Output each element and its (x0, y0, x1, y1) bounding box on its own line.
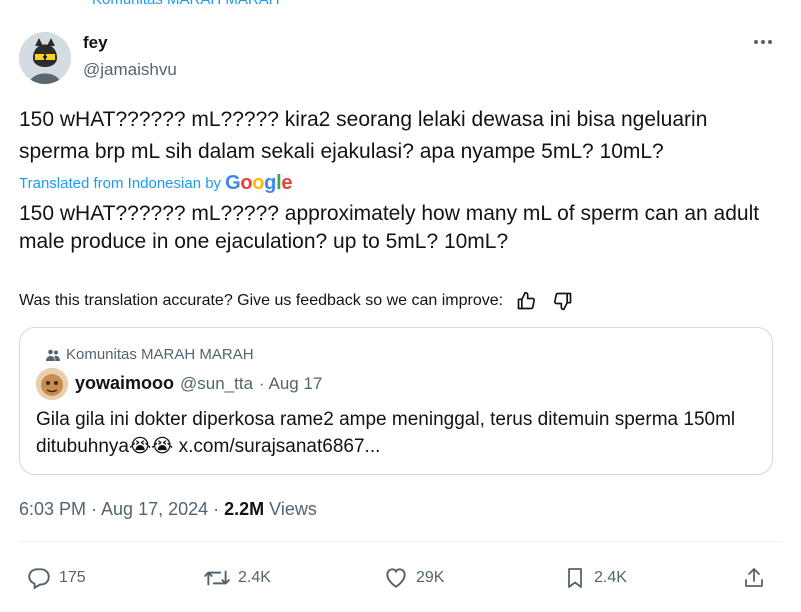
bookmark-count: 2.4K (594, 569, 627, 586)
feedback-prompt: Was this translation accurate? Give us f… (19, 292, 504, 309)
quote-author-handle[interactable]: @sun_tta (180, 374, 253, 394)
translation-text: 150 wHAT?????? mL????? approximately how… (19, 202, 760, 253)
repost-count: 2.4K (238, 569, 271, 586)
like-button[interactable]: 29K (383, 563, 444, 593)
divider (19, 541, 782, 542)
bookmark-icon (563, 565, 587, 591)
tweet-time[interactable]: 6:03 PM · Aug 17, 2024 · (19, 499, 224, 519)
crying-emoji: 😭😭 (128, 435, 174, 457)
repost-button[interactable]: 2.4K (203, 563, 271, 593)
author-handle[interactable]: @jamaishvu (83, 60, 177, 80)
community-icon (46, 349, 60, 361)
thumbs-up-icon[interactable] (512, 289, 540, 313)
quote-avatar[interactable] (36, 368, 68, 400)
quoted-tweet[interactable]: Komunitas MARAH MARAH yowaimooo @sun_tta… (19, 327, 773, 475)
translation-feedback: Was this translation accurate? Give us f… (19, 289, 577, 313)
views-label: Views (264, 499, 317, 519)
thumbs-down-icon[interactable] (549, 289, 577, 313)
google-logo: Google (225, 172, 293, 194)
author-name[interactable]: fey (83, 33, 108, 53)
community-context-label[interactable]: Komunitas MARAH MARAH (92, 0, 280, 8)
share-button[interactable] (742, 563, 766, 593)
tweet-meta: 6:03 PM · Aug 17, 2024 · 2.2M Views (19, 499, 317, 520)
like-count: 29K (416, 569, 445, 586)
quote-link[interactable]: x.com/surajsanat6867... (179, 436, 381, 457)
quote-header: yowaimooo @sun_tta · Aug 17 (75, 373, 322, 394)
share-icon (742, 565, 766, 591)
translated-label: Translated from Indonesian by (19, 175, 222, 192)
reply-icon (26, 565, 52, 591)
quote-date[interactable]: · Aug 17 (259, 374, 322, 394)
bookmark-button[interactable]: 2.4K (563, 563, 627, 593)
repost-icon (203, 565, 231, 591)
quote-text: Gila gila ini dokter diperkosa rame2 amp… (36, 406, 756, 460)
tweet-text: 150 wHAT?????? mL????? kira2 seorang lel… (19, 108, 708, 163)
quote-community-label: Komunitas MARAH MARAH (66, 346, 254, 363)
author-avatar[interactable] (19, 32, 71, 84)
reply-button[interactable]: 175 (26, 563, 86, 593)
action-bar: 175 2.4K 29K 2.4K (0, 563, 801, 593)
quote-author-name[interactable]: yowaimooo (75, 373, 174, 394)
views-count: 2.2M (224, 499, 265, 519)
more-dots-icon[interactable] (751, 30, 775, 54)
quote-community[interactable]: Komunitas MARAH MARAH (46, 346, 254, 363)
translated-by[interactable]: Translated from Indonesian by Google (19, 172, 292, 195)
reply-count: 175 (59, 569, 86, 586)
heart-icon (383, 565, 409, 591)
